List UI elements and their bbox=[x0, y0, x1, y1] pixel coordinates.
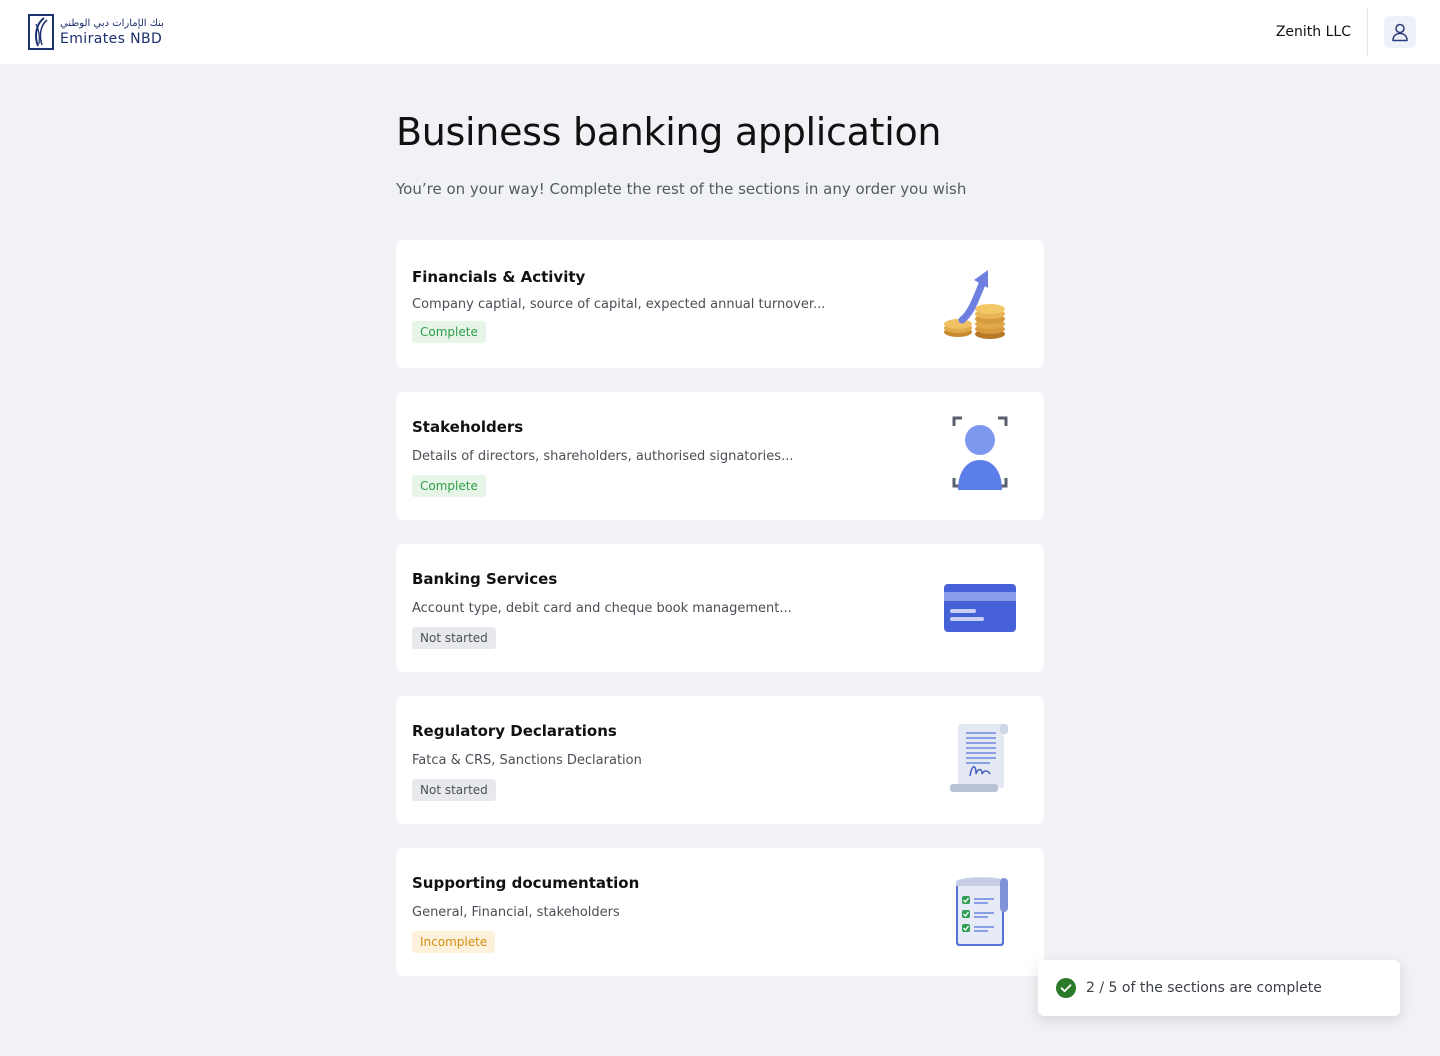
bank-card-icon bbox=[944, 584, 1016, 632]
status-badge: Incomplete bbox=[412, 931, 496, 953]
user-profile-button[interactable] bbox=[1384, 16, 1416, 48]
section-description: Details of directors, shareholders, auth… bbox=[412, 449, 794, 464]
status-badge: Complete bbox=[412, 475, 486, 497]
section-description: Fatca & CRS, Sanctions Declaration bbox=[412, 753, 642, 768]
company-name: Zenith LLC bbox=[1275, 24, 1351, 40]
check-circle-icon bbox=[1056, 978, 1076, 998]
top-header: بنك الإمارات دبي الوطني Emirates NBD Zen… bbox=[0, 0, 1440, 64]
status-badge: Complete bbox=[412, 321, 486, 343]
brand-logo[interactable]: بنك الإمارات دبي الوطني Emirates NBD bbox=[28, 14, 164, 50]
progress-toast-text: 2 / 5 of the sections are complete bbox=[1086, 980, 1322, 996]
header-divider bbox=[1367, 8, 1368, 56]
page-title: Business banking application bbox=[396, 110, 942, 154]
section-title: Regulatory Declarations bbox=[412, 722, 617, 740]
section-card-regulatory[interactable]: Regulatory Declarations Fatca & CRS, San… bbox=[396, 696, 1044, 824]
brand-text: بنك الإمارات دبي الوطني Emirates NBD bbox=[60, 17, 164, 47]
section-description: Company captial, source of capital, expe… bbox=[412, 297, 826, 312]
section-card-financials[interactable]: Financials & Activity Company captial, s… bbox=[396, 240, 1044, 368]
user-icon bbox=[1392, 23, 1408, 42]
header-account-area: Zenith LLC bbox=[1276, 0, 1416, 64]
signed-document-icon bbox=[950, 724, 1008, 792]
section-description: Account type, debit card and cheque book… bbox=[412, 601, 792, 616]
section-card-banking-services[interactable]: Banking Services Account type, debit car… bbox=[396, 544, 1044, 672]
status-badge: Not started bbox=[412, 627, 496, 649]
status-badge: Not started bbox=[412, 779, 496, 801]
section-title: Financials & Activity bbox=[412, 268, 586, 286]
section-title: Banking Services bbox=[412, 570, 558, 588]
checklist-document-icon bbox=[956, 877, 1008, 946]
page-subtitle: You’re on your way! Complete the rest of… bbox=[396, 180, 967, 198]
section-card-supporting-docs[interactable]: Supporting documentation General, Financ… bbox=[396, 848, 1044, 976]
coins-growth-icon bbox=[944, 270, 1005, 339]
emirates-nbd-logo-icon bbox=[28, 14, 54, 50]
section-card-stakeholders[interactable]: Stakeholders Details of directors, share… bbox=[396, 392, 1044, 520]
brand-arabic-name: بنك الإمارات دبي الوطني bbox=[60, 17, 164, 29]
brand-name: Emirates NBD bbox=[60, 30, 163, 47]
section-title: Supporting documentation bbox=[412, 874, 640, 892]
section-description: General, Financial, stakeholders bbox=[412, 905, 620, 920]
progress-toast: 2 / 5 of the sections are complete bbox=[1038, 960, 1400, 1016]
person-scan-icon bbox=[952, 416, 1008, 490]
section-title: Stakeholders bbox=[412, 418, 524, 436]
